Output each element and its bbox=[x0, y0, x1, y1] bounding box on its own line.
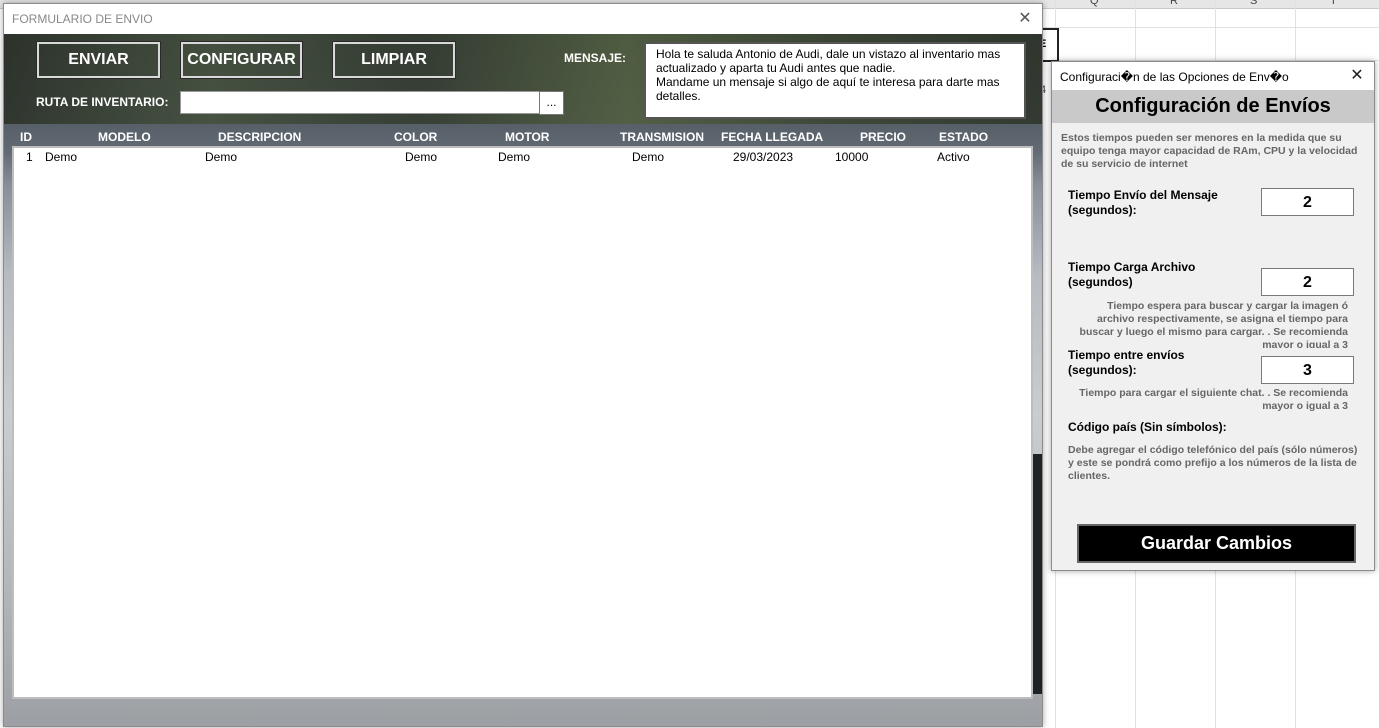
file-load-time-input[interactable]: 2 bbox=[1261, 268, 1354, 296]
header-modelo: MODELO bbox=[98, 130, 151, 144]
country-code-label: Código país (Sin símbolos): bbox=[1068, 420, 1227, 434]
clear-button[interactable]: LIMPIAR bbox=[332, 41, 456, 79]
column-letter-r[interactable]: R bbox=[1170, 0, 1178, 7]
cell-modelo: Demo bbox=[45, 150, 78, 164]
inventory-listbox[interactable]: 1 Demo Demo Demo Demo Demo 29/03/2023 10… bbox=[12, 146, 1033, 699]
browse-button[interactable]: ... bbox=[539, 91, 564, 115]
column-letter-q[interactable]: Q bbox=[1090, 0, 1099, 7]
config-window-title: Configuraci�n de las Opciones de Env�o bbox=[1060, 70, 1289, 84]
message-time-label: Tiempo Envío del Mensaje (segundos): bbox=[1068, 188, 1218, 217]
header-precio: PRECIO bbox=[860, 130, 907, 144]
cell-transmision: Demo bbox=[632, 150, 665, 164]
cell-color: Demo bbox=[405, 150, 438, 164]
config-window: Configuraci�n de las Opciones de Env�o ✕… bbox=[1051, 61, 1375, 571]
cell-id: 1 bbox=[26, 150, 33, 164]
save-changes-button[interactable]: Guardar Cambios bbox=[1077, 524, 1356, 563]
cell-descripcion: Demo bbox=[205, 150, 238, 164]
header-transmision: TRANSMISION bbox=[620, 130, 704, 144]
cell-fecha-llegada: 29/03/2023 bbox=[733, 150, 794, 164]
column-letter-t[interactable]: T bbox=[1330, 0, 1337, 7]
send-form-title: FORMULARIO DE ENVIO bbox=[12, 12, 153, 26]
between-sends-label: Tiempo entre envíos (segundos): bbox=[1068, 348, 1185, 377]
config-titlebar[interactable]: Configuraci�n de las Opciones de Env�o ✕ bbox=[1052, 62, 1374, 90]
configure-button[interactable]: CONFIGURAR bbox=[180, 41, 303, 79]
header-motor: MOTOR bbox=[505, 130, 550, 144]
intro-note: Estos tiempos pueden ser menores en la m… bbox=[1061, 132, 1358, 170]
header-fecha-llegada: FECHA LLEGADA bbox=[721, 130, 824, 144]
message-textbox[interactable]: Hola te saluda Antonio de Audi, dale un … bbox=[644, 42, 1026, 119]
cell-precio: 10000 bbox=[835, 150, 869, 164]
header-estado: ESTADO bbox=[939, 130, 989, 144]
send-form-titlebar[interactable]: FORMULARIO DE ENVIO ✕ bbox=[4, 4, 1042, 34]
close-icon[interactable]: ✕ bbox=[1348, 65, 1366, 85]
header-descripcion: DESCRIPCION bbox=[218, 130, 302, 144]
inventory-path-label: RUTA DE INVENTARIO: bbox=[36, 95, 169, 109]
config-heading: Configuración de Envíos bbox=[1052, 90, 1374, 123]
between-sends-note: Tiempo para cargar el siguiente chat. . … bbox=[1079, 387, 1348, 412]
cell-motor: Demo bbox=[498, 150, 531, 164]
inventory-path-input[interactable] bbox=[180, 91, 540, 114]
country-code-note: Debe agregar el código telefónico del pa… bbox=[1068, 444, 1358, 482]
between-sends-input[interactable]: 3 bbox=[1261, 356, 1354, 384]
header-color: COLOR bbox=[394, 130, 438, 144]
header-id: ID bbox=[20, 130, 32, 144]
send-form-window: FORMULARIO DE ENVIO ✕ ENVIAR CONFIGURAR … bbox=[3, 3, 1043, 727]
message-time-input[interactable]: 2 bbox=[1261, 188, 1354, 216]
file-load-time-note: Tiempo espera para buscar y cargar la im… bbox=[1079, 300, 1348, 348]
file-load-time-label: Tiempo Carga Archivo (segundos) bbox=[1068, 260, 1196, 289]
close-icon[interactable]: ✕ bbox=[1016, 8, 1034, 28]
send-button[interactable]: ENVIAR bbox=[36, 41, 161, 79]
cell-estado: Activo bbox=[937, 150, 970, 164]
column-letter-s[interactable]: S bbox=[1250, 0, 1257, 7]
message-label: MENSAJE: bbox=[564, 51, 627, 65]
